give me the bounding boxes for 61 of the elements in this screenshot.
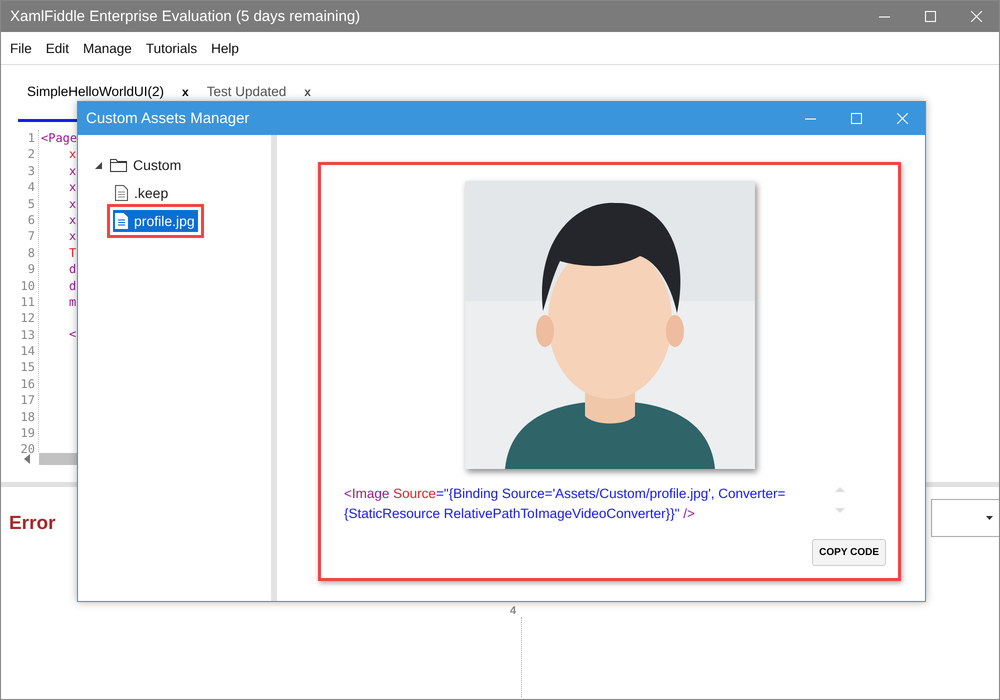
close-icon bbox=[896, 113, 908, 124]
line-number: 17 bbox=[20, 392, 35, 409]
document-icon bbox=[115, 185, 128, 201]
editor-tab[interactable]: SimpleHelloWorldUI(2) x bbox=[27, 84, 189, 102]
code-text: x bbox=[68, 212, 76, 227]
line-number: 3 bbox=[28, 162, 35, 180]
code-text: x bbox=[68, 147, 76, 162]
line-number: 11 bbox=[20, 294, 35, 310]
dialog-title: Custom Assets Manager bbox=[86, 110, 250, 127]
code-text: m bbox=[68, 294, 76, 309]
line-number: 6 bbox=[28, 212, 35, 228]
menu-item[interactable]: Manage bbox=[83, 40, 132, 56]
code-text: x bbox=[68, 164, 76, 178]
code-text: d bbox=[68, 262, 76, 276]
dropdown[interactable] bbox=[931, 499, 999, 537]
line-number: 18 bbox=[20, 408, 35, 426]
line-number: 16 bbox=[20, 376, 35, 392]
line-number: 14 bbox=[20, 343, 35, 360]
code-text: T bbox=[68, 246, 76, 260]
maximize-icon bbox=[924, 11, 936, 22]
error-heading: Error bbox=[9, 513, 56, 535]
code-snippet-line: {StaticResource RelativePathToImageVideoConverter}}" /> bbox=[344, 506, 696, 521]
line-number: 7 bbox=[28, 228, 35, 245]
line-number: 4 bbox=[28, 179, 35, 196]
close-icon bbox=[970, 11, 982, 22]
copy-code-button[interactable]: COPY CODE bbox=[812, 539, 886, 566]
document-icon bbox=[115, 213, 128, 229]
menu-item[interactable]: Tutorials bbox=[146, 40, 198, 56]
line-number: 2 bbox=[28, 146, 35, 163]
code-text: x bbox=[68, 229, 76, 244]
line-number: 9 bbox=[28, 261, 35, 278]
line-number: 12 bbox=[20, 310, 35, 327]
maximize-icon bbox=[850, 113, 862, 124]
menu-item[interactable]: Help bbox=[211, 40, 239, 56]
line-number: 1 bbox=[28, 130, 35, 146]
window-title: XamlFiddle Enterprise Evaluation (5 days remaining) bbox=[10, 8, 362, 25]
folder-icon bbox=[110, 158, 127, 172]
caret-icon bbox=[986, 516, 993, 520]
expander-icon[interactable] bbox=[95, 162, 102, 168]
code-snippet-line: <Image Source="{Binding Source='Assets/Custom/profile.jpg', Converter= bbox=[344, 486, 786, 501]
menu-item[interactable]: Edit bbox=[46, 40, 70, 56]
menu-item[interactable]: File bbox=[10, 40, 32, 56]
line-number: 5 bbox=[28, 196, 35, 212]
code-text: x bbox=[68, 180, 76, 194]
line-marker: 4 bbox=[510, 605, 516, 617]
editor-tab[interactable]: Test Updated x bbox=[206, 84, 311, 102]
line-number: 8 bbox=[28, 244, 35, 262]
code-text: <Page bbox=[41, 131, 78, 145]
tree-item[interactable]: profile.jpg bbox=[113, 210, 198, 232]
line-number: 20 bbox=[20, 441, 35, 458]
code-text: x bbox=[68, 196, 76, 211]
minimize-icon bbox=[878, 16, 890, 18]
line-number: 15 bbox=[20, 359, 35, 376]
minimize-icon bbox=[804, 118, 816, 120]
code-text: < bbox=[68, 326, 76, 341]
line-number: 19 bbox=[20, 425, 35, 442]
line-number: 13 bbox=[20, 326, 35, 344]
line-number: 10 bbox=[20, 278, 35, 294]
tree-item[interactable]: .keep bbox=[113, 182, 172, 204]
tree-item[interactable]: Custom bbox=[108, 154, 184, 176]
code-text: d bbox=[68, 278, 76, 293]
